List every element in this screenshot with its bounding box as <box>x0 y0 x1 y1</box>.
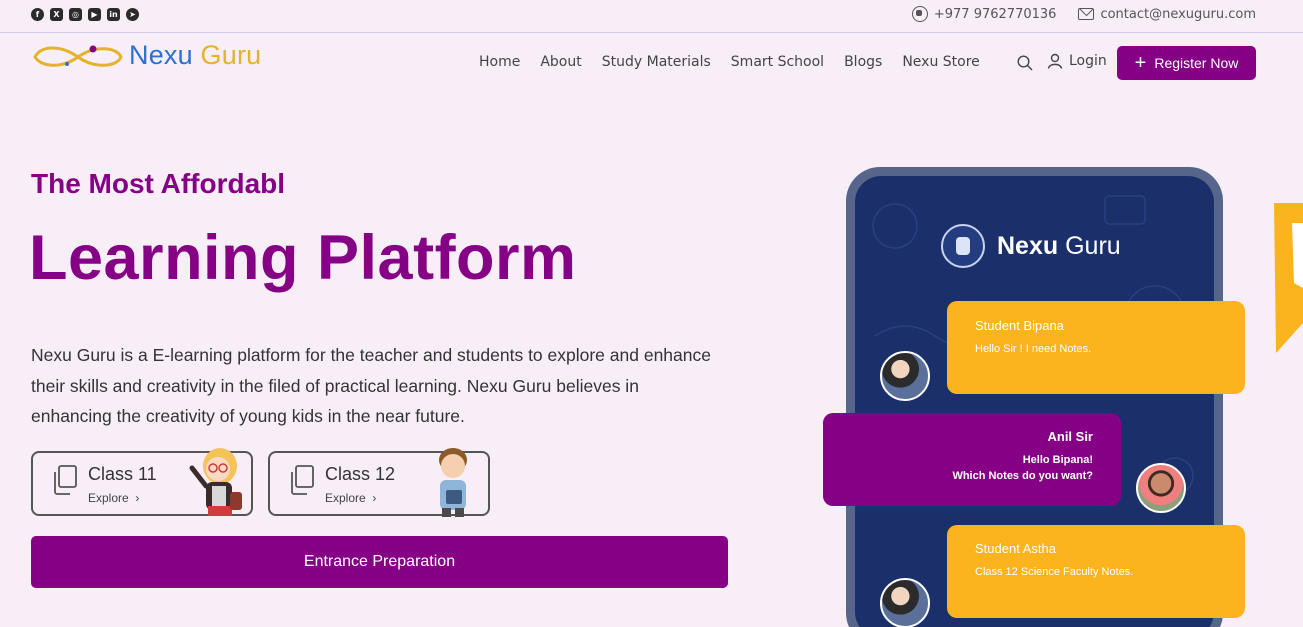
chat-bubble-anil: Anil Sir Hello Bipana! Which Notes do yo… <box>823 413 1121 506</box>
chat-message: Hello Sir ! I need Notes. <box>975 343 1092 355</box>
class-11-title: Class 11 <box>88 464 157 484</box>
contact-info: +977 9762770136 contact@nexuguru.com <box>911 6 1256 22</box>
nav-item-nexu-store[interactable]: Nexu Store <box>902 54 979 70</box>
document-icon <box>291 465 314 495</box>
chat-message-line-2: Which Notes do you want? <box>952 470 1093 482</box>
top-bar: f X ◎ ▶ in ➤ +977 9762770136 contact@nex… <box>0 0 1303 33</box>
plus-icon: + <box>1134 52 1147 74</box>
chat-sender: Student Astha <box>975 541 1056 556</box>
nav-item-blogs[interactable]: Blogs <box>844 54 882 70</box>
logo-word-nexu: Nexu <box>129 40 193 70</box>
class-11-card[interactable]: Class 11 Explore › <box>31 448 253 516</box>
logo-word-guru: Guru <box>200 40 262 70</box>
phone-brand-name: Nexu Guru <box>997 232 1121 261</box>
class-12-card[interactable]: Class 12 Explore › <box>268 448 490 517</box>
email-contact[interactable]: contact@nexuguru.com <box>1078 7 1256 22</box>
document-icon <box>54 465 77 495</box>
telegram-icon[interactable]: ➤ <box>126 8 139 21</box>
chevron-right-icon: › <box>132 491 140 505</box>
phone-number[interactable]: +977 9762770136 <box>934 7 1057 22</box>
phone-contact[interactable]: +977 9762770136 <box>911 6 1057 22</box>
chat-bubble-bipana: Student Bipana Hello Sir ! I need Notes. <box>947 301 1245 394</box>
chat-sender: Anil Sir <box>1047 429 1093 444</box>
chat-message-line-1: Hello Bipana! <box>1022 454 1093 466</box>
avatar <box>1136 463 1186 513</box>
user-icon <box>1047 53 1063 69</box>
instagram-icon[interactable]: ◎ <box>69 8 82 21</box>
explore-label: Explore <box>88 491 129 505</box>
search-icon[interactable] <box>1017 55 1033 71</box>
company-seal-icon <box>941 224 985 268</box>
site-logo[interactable]: Nexu Guru <box>31 40 261 71</box>
email-address[interactable]: contact@nexuguru.com <box>1100 7 1256 22</box>
phone-brand-regular: Guru <box>1065 231 1121 260</box>
explore-label: Explore <box>325 491 366 505</box>
hero-description: Nexu Guru is a E-learning platform for t… <box>31 345 711 426</box>
class-11-explore-link[interactable]: Explore › <box>88 491 139 505</box>
chevron-right-icon: › <box>369 491 377 505</box>
nav-item-smart-school[interactable]: Smart School <box>731 54 824 70</box>
chat-bubble-astha: Student Astha Class 12 Science Faculty N… <box>947 525 1245 618</box>
girl-student-illustration <box>189 448 242 516</box>
decorative-shape <box>1274 203 1303 353</box>
linkedin-icon[interactable]: in <box>107 8 120 21</box>
facebook-icon[interactable]: f <box>31 8 44 21</box>
chat-message: Class 12 Science Faculty Notes. <box>975 566 1134 578</box>
nav-item-home[interactable]: Home <box>479 54 520 70</box>
avatar <box>880 578 930 627</box>
register-button[interactable]: + Register Now <box>1117 46 1256 80</box>
login-link[interactable]: Login <box>1047 53 1107 69</box>
hero-headline: Learning Platform <box>29 223 577 293</box>
class-12-title: Class 12 <box>325 464 396 484</box>
boy-student-illustration <box>439 448 467 517</box>
login-label: Login <box>1069 53 1107 69</box>
x-icon[interactable]: X <box>50 8 63 21</box>
phone-app-logo: Nexu Guru <box>941 224 1121 268</box>
youtube-icon[interactable]: ▶ <box>88 8 101 21</box>
avatar <box>880 351 930 401</box>
logo-wordmark: Nexu Guru <box>129 40 261 71</box>
chat-sender: Student Bipana <box>975 318 1064 333</box>
social-links: f X ◎ ▶ in ➤ <box>31 8 139 21</box>
whatsapp-icon <box>911 6 928 22</box>
class-12-explore-link[interactable]: Explore › <box>325 491 376 505</box>
infinity-logo-icon <box>33 45 123 67</box>
entrance-preparation-button[interactable]: Entrance Preparation <box>31 536 728 588</box>
phone-brand-bold: Nexu <box>997 231 1059 260</box>
hero-eyebrow: The Most Affordabl <box>31 168 286 199</box>
mail-icon <box>1078 8 1095 20</box>
nav-item-about[interactable]: About <box>540 54 581 70</box>
main-nav: Home About Study Materials Smart School … <box>479 54 1000 70</box>
register-label: Register Now <box>1154 55 1239 71</box>
nav-item-study-materials[interactable]: Study Materials <box>602 54 711 70</box>
